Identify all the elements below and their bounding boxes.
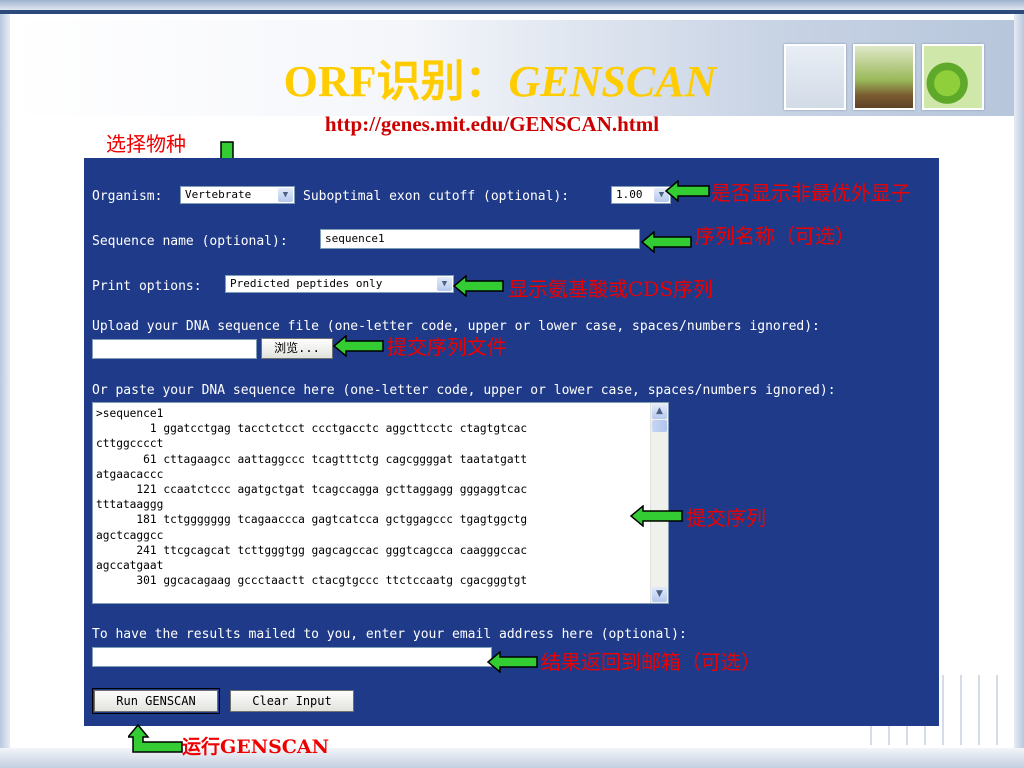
arrow-left-icon [630, 505, 684, 527]
sequence-text: >sequence1 1 ggatcctgag tacctctcct ccctg… [96, 407, 528, 588]
scrollbar-thumb[interactable] [652, 420, 667, 432]
top-decor-line [0, 10, 1024, 14]
sequence-name-input[interactable]: sequence1 [320, 229, 640, 249]
annotation-print-options: 显示氨基酸或CDS序列 [508, 277, 714, 301]
chevron-down-icon: ▼ [278, 188, 293, 202]
arrow-left-icon [487, 651, 539, 673]
paste-label: Or paste your DNA sequence here (one-let… [92, 383, 836, 398]
run-genscan-button[interactable]: Run GENSCAN [92, 688, 220, 714]
annotation-select-species: 选择物种 [106, 132, 186, 156]
print-options-value: Predicted peptides only [230, 277, 383, 290]
organism-select-value: Vertebrate [185, 188, 252, 201]
annotation-email: 结果返回到邮箱（可选） [541, 650, 761, 674]
arrow-left-icon [665, 180, 711, 202]
suboptimal-select-value: 1.00 [616, 188, 643, 201]
annotation-run: 运行GENSCAN [182, 736, 330, 758]
clear-input-button[interactable]: Clear Input [230, 690, 354, 712]
chevron-down-icon[interactable]: ▼ [652, 587, 667, 602]
textarea-scrollbar[interactable]: ▲ ▼ [650, 403, 668, 603]
email-input[interactable] [92, 647, 492, 667]
right-decor-bar [1014, 14, 1024, 768]
arrow-left-icon [333, 335, 385, 357]
upload-label: Upload your DNA sequence file (one-lette… [92, 319, 820, 334]
top-decor-strip [0, 0, 1024, 10]
sequence-textarea[interactable]: >sequence1 1 ggatcctgag tacctctcct ccctg… [92, 402, 669, 604]
annotation-sequence-name: 序列名称（可选） [695, 224, 855, 248]
sequence-name-label: Sequence name (optional): [92, 234, 288, 249]
arrow-left-icon [641, 231, 693, 253]
slide-title: ORF识别：GENSCAN [283, 57, 717, 106]
chevron-up-icon[interactable]: ▲ [652, 404, 667, 419]
annotation-suboptimal: 是否显示非最优外显子 [711, 181, 911, 205]
arrow-left-icon [453, 275, 505, 297]
print-options-label: Print options: [92, 279, 202, 294]
email-label: To have the results mailed to you, enter… [92, 627, 687, 642]
upload-file-input[interactable] [92, 339, 257, 359]
organism-select[interactable]: Vertebrate ▼ [180, 186, 295, 204]
chevron-down-icon: ▼ [437, 277, 452, 291]
suboptimal-select[interactable]: 1.00 ▼ [611, 186, 671, 204]
annotation-submit-sequence: 提交序列 [686, 506, 766, 530]
organism-label: Organism: [92, 189, 163, 204]
suboptimal-label: Suboptimal exon cutoff (optional): [303, 189, 570, 204]
print-options-select[interactable]: Predicted peptides only ▼ [225, 275, 454, 293]
annotation-upload-file: 提交序列文件 [387, 335, 507, 359]
arrow-up-icon [128, 724, 184, 754]
browse-button[interactable]: 浏览... [261, 338, 333, 359]
